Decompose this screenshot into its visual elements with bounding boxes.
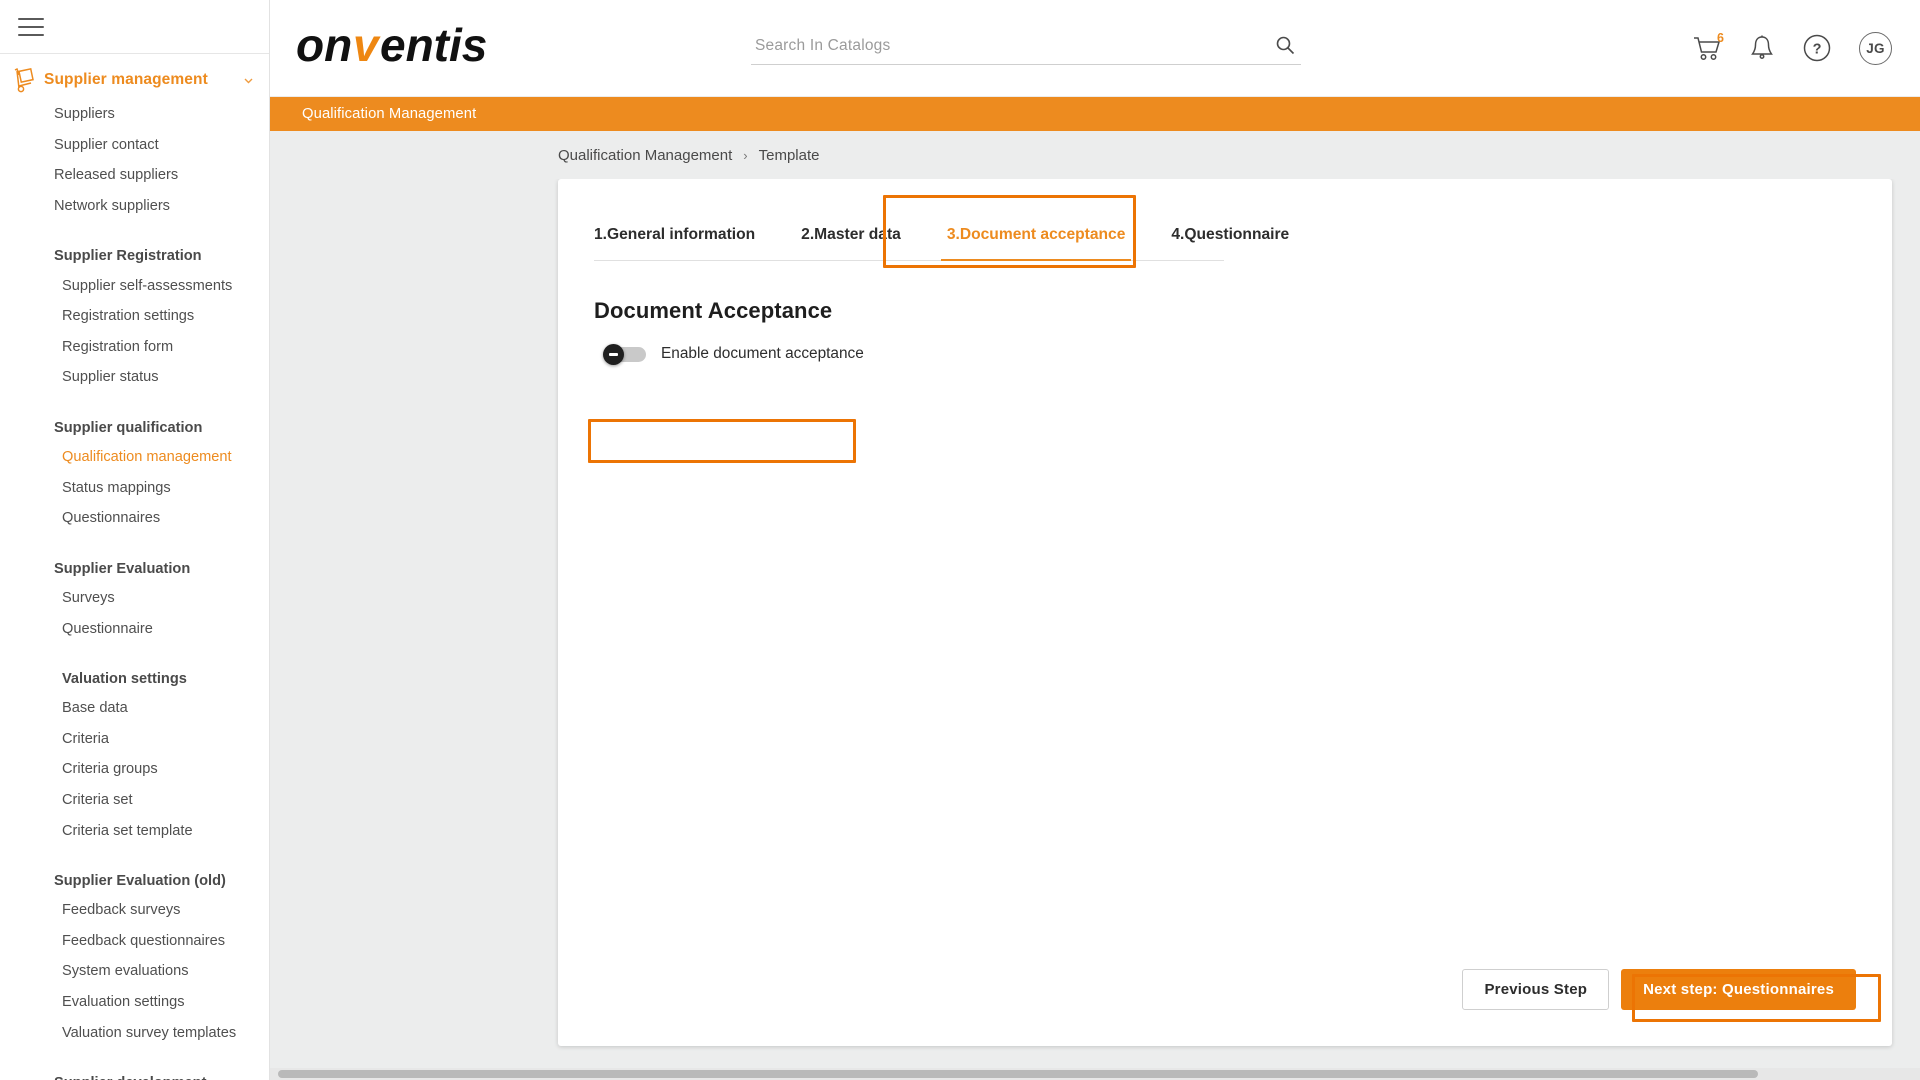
sidebar-item-valuation-survey-templates[interactable]: Valuation survey templates <box>0 1017 269 1048</box>
tab-1[interactable]: 1.General information <box>594 217 755 260</box>
sidebar-item-supplier-status[interactable]: Supplier status <box>0 362 269 393</box>
sidebar-group-heading: Supplier development <box>0 1069 269 1080</box>
sidebar-item-network-suppliers[interactable]: Network suppliers <box>0 191 269 222</box>
wizard-footer: Previous Step Next step: Questionnaires <box>558 969 1892 1046</box>
breadcrumb-root[interactable]: Qualification Management <box>558 147 732 164</box>
chevron-down-icon[interactable] <box>242 74 255 87</box>
scrollbar-thumb[interactable] <box>278 1070 1758 1078</box>
sidebar-item-supplier-management[interactable]: Supplier management <box>0 61 269 99</box>
wizard-tabs: 1.General information 2.Master data 3.Docu… <box>594 217 1224 261</box>
main-area: on v entis <box>270 0 1920 1080</box>
horizontal-scrollbar[interactable] <box>270 1068 1920 1080</box>
bell-icon[interactable] <box>1749 34 1775 62</box>
sidebar-item-surveys[interactable]: Surveys <box>0 583 269 614</box>
page-ribbon: Qualification Management <box>270 97 1920 131</box>
page-title: Document Acceptance <box>594 298 1856 324</box>
ribbon-title: Qualification Management <box>302 106 476 122</box>
svg-text:on: on <box>296 23 352 71</box>
sidebar-item-supplier-contact[interactable]: Supplier contact <box>0 130 269 161</box>
sidebar-item-registration-form[interactable]: Registration form <box>0 332 269 363</box>
sidebar-item-status-mappings[interactable]: Status mappings <box>0 472 269 503</box>
panel-body: Document Acceptance Enable document acce… <box>558 261 1892 364</box>
search-container <box>751 31 1301 65</box>
sidebar-item-questionnaire[interactable]: Questionnaire <box>0 613 269 644</box>
svg-text:entis: entis <box>380 23 487 71</box>
sidebar-item-criteria-set-template[interactable]: Criteria set template <box>0 815 269 846</box>
toggle-knob <box>603 344 624 365</box>
svg-text:?: ? <box>1813 42 1822 58</box>
top-bar-icons: 6 ? JG <box>1692 32 1892 65</box>
app-root: Supplier management SuppliersSupplier co… <box>0 0 1920 1080</box>
toggle-label: Enable document acceptance <box>661 345 864 363</box>
avatar-initials: JG <box>1866 41 1885 56</box>
sidebar-item-feedback-surveys[interactable]: Feedback surveys <box>0 895 269 926</box>
sidebar-item-registration-settings[interactable]: Registration settings <box>0 301 269 332</box>
sidebar-item-feedback-questionnaires[interactable]: Feedback questionnaires <box>0 926 269 957</box>
sidebar-item-evaluation-settings[interactable]: Evaluation settings <box>0 987 269 1018</box>
content-region: 1.General information 2.Master data 3.Docu… <box>270 179 1920 1080</box>
onventis-logo[interactable]: on v entis <box>296 23 546 73</box>
top-bar: on v entis <box>270 0 1920 97</box>
chevron-right-icon: › <box>743 148 747 163</box>
svg-text:v: v <box>353 23 381 71</box>
enable-document-acceptance-toggle[interactable] <box>603 344 646 364</box>
search-input[interactable] <box>751 31 1301 65</box>
sidebar-item-base-data[interactable]: Base data <box>0 693 269 724</box>
search-icon[interactable] <box>1273 33 1297 60</box>
sidebar-header <box>0 0 269 54</box>
sidebar-root-label: Supplier management <box>44 71 242 89</box>
sidebar-nav: Supplier management SuppliersSupplier co… <box>0 54 269 1080</box>
breadcrumb: Qualification Management › Template <box>270 131 1920 179</box>
sidebar: Supplier management SuppliersSupplier co… <box>0 0 270 1080</box>
sidebar-item-criteria[interactable]: Criteria <box>0 724 269 755</box>
sidebar-group-heading: Supplier Evaluation <box>0 555 269 583</box>
sidebar-item-questionnaires[interactable]: Questionnaires <box>0 503 269 534</box>
sidebar-group-heading: Supplier Evaluation (old) <box>0 867 269 895</box>
avatar[interactable]: JG <box>1859 32 1892 65</box>
help-icon[interactable]: ? <box>1802 33 1832 63</box>
breadcrumb-current: Template <box>759 147 820 164</box>
sidebar-item-criteria-groups[interactable]: Criteria groups <box>0 754 269 785</box>
annotation-box-toggle <box>588 419 856 463</box>
sidebar-item-released-suppliers[interactable]: Released suppliers <box>0 160 269 191</box>
tab-2[interactable]: 2.Master data <box>801 217 901 260</box>
sidebar-item-criteria-set[interactable]: Criteria set <box>0 785 269 816</box>
cart-badge: 6 <box>1717 31 1724 45</box>
previous-step-button[interactable]: Previous Step <box>1462 969 1609 1010</box>
sidebar-item-qualification-management[interactable]: Qualification management <box>0 442 269 473</box>
wizard-tabs-row: 1.General information 2.Master data 3.Docu… <box>558 217 1892 261</box>
tab-4[interactable]: 4.Questionnaire <box>1171 217 1289 260</box>
hand-truck-icon <box>10 66 40 94</box>
sidebar-item-supplier-self-assessments[interactable]: Supplier self-assessments <box>0 270 269 301</box>
hamburger-menu-icon[interactable] <box>18 18 44 36</box>
next-step-button[interactable]: Next step: Questionnaires <box>1621 969 1856 1010</box>
sidebar-group-heading: Supplier qualification <box>0 414 269 442</box>
enable-document-acceptance-row: Enable document acceptance <box>594 344 1856 364</box>
minus-icon <box>609 353 618 355</box>
sidebar-group-heading: Supplier Registration <box>0 242 269 270</box>
sidebar-group-heading: Valuation settings <box>0 665 269 693</box>
cart-icon[interactable]: 6 <box>1692 34 1722 62</box>
wizard-card: 1.General information 2.Master data 3.Docu… <box>558 179 1892 1046</box>
tab-3[interactable]: 3.Document acceptance <box>947 217 1126 260</box>
sidebar-item-system-evaluations[interactable]: System evaluations <box>0 956 269 987</box>
sidebar-item-suppliers[interactable]: Suppliers <box>0 99 269 130</box>
